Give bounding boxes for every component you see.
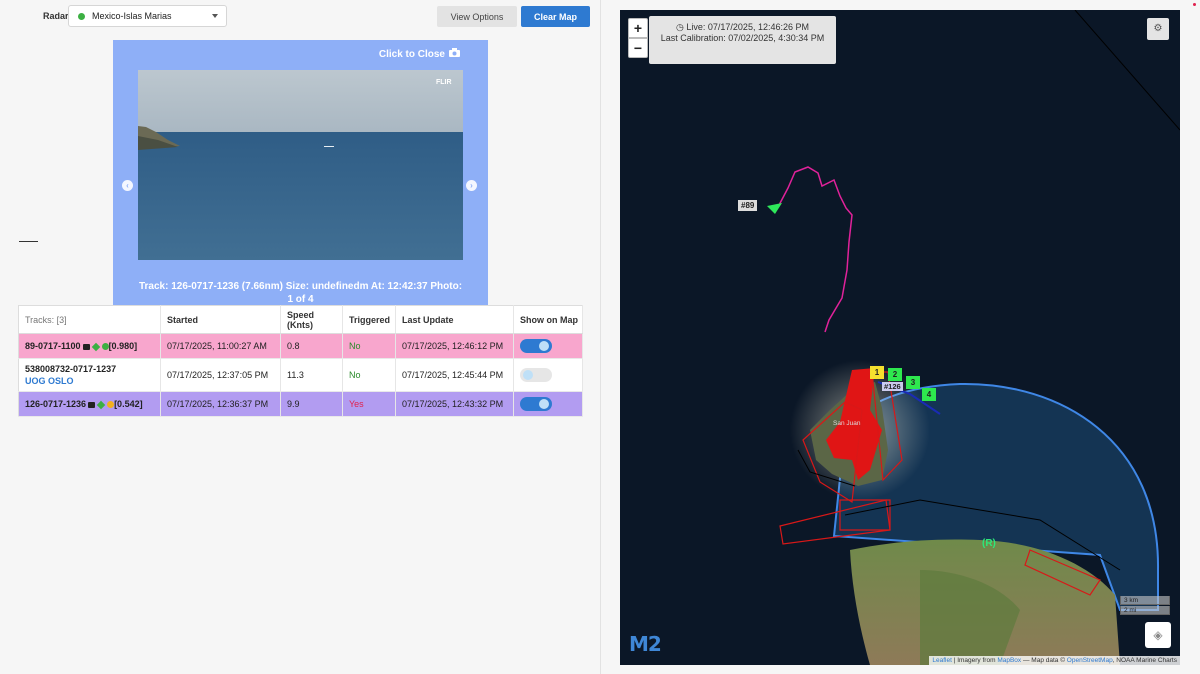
header-triggered: Triggered xyxy=(342,305,396,334)
track-id: 89-0717-1100 xyxy=(25,341,81,351)
started-cell: 07/17/2025, 12:36:37 PM xyxy=(160,391,281,417)
track-score: [0.980] xyxy=(108,341,138,351)
camera-panel[interactable]: Click to Close FLIR ‹ › Track: 126-0717-… xyxy=(113,40,488,306)
map-attribution: Leaflet | Imagery from MapBox — Map data… xyxy=(929,656,1180,665)
zoom-in-button[interactable]: + xyxy=(628,18,648,38)
triggered-cell: No xyxy=(342,358,396,392)
map-settings-button[interactable]: ⚙ xyxy=(1147,18,1169,40)
scale-km: 3 km xyxy=(1120,596,1170,605)
show-on-map-cell xyxy=(513,391,583,417)
started-cell: 07/17/2025, 12:37:05 PM xyxy=(160,358,281,392)
attribution-text: , NOAA Marine Charts xyxy=(1112,657,1177,664)
live-time: Live: 07/17/2025, 12:46:26 PM xyxy=(686,22,809,32)
layers-button[interactable]: ◈ xyxy=(1145,622,1171,648)
track-label-89[interactable]: #89 xyxy=(738,200,758,211)
photo-marker-1[interactable]: 1 xyxy=(870,366,884,379)
camera-icon xyxy=(88,401,96,408)
last-update-cell: 07/17/2025, 12:46:12 PM xyxy=(395,333,514,359)
track-label-126[interactable]: #126 xyxy=(882,382,903,391)
show-on-map-toggle[interactable] xyxy=(520,339,552,353)
track-id: 126-0717-1236 xyxy=(25,399,87,409)
started-cell: 07/17/2025, 11:00:27 AM xyxy=(160,333,281,359)
table-row[interactable]: 538008732-0717-1237 UOG OSLO 07/17/2025,… xyxy=(18,358,583,392)
chevron-down-icon xyxy=(212,14,218,18)
track-id-cell[interactable]: 538008732-0717-1237 UOG OSLO xyxy=(18,358,161,392)
prev-photo-button[interactable]: ‹ xyxy=(122,180,133,191)
map-view[interactable]: + − ◷ Live: 07/17/2025, 12:46:26 PM Last… xyxy=(620,10,1180,665)
header-last-update: Last Update xyxy=(395,305,514,334)
table-row[interactable]: 126-0717-1236 [0.542] 07/17/2025, 12:36:3… xyxy=(18,391,583,417)
map-scale: 3 km 2 mi xyxy=(1120,596,1170,616)
zoom-out-button[interactable]: − xyxy=(628,38,648,58)
view-options-button[interactable]: View Options xyxy=(437,6,517,27)
track-id-cell[interactable]: 126-0717-1236 [0.542] xyxy=(18,391,161,417)
last-update-cell: 07/17/2025, 12:45:44 PM xyxy=(395,358,514,392)
leaflet-link[interactable]: Leaflet xyxy=(932,657,952,664)
radar-site-icon[interactable]: (R) xyxy=(982,538,996,549)
tag-icon xyxy=(91,342,100,351)
track-id: 538008732-0717-1237 xyxy=(25,364,117,374)
header-started: Started xyxy=(160,305,281,334)
map-canvas xyxy=(620,10,1180,665)
next-photo-button[interactable]: › xyxy=(466,180,477,191)
track-id-cell[interactable]: 89-0717-1100 [0.980] xyxy=(18,333,161,359)
live-line: ◷ Live: 07/17/2025, 12:46:26 PM xyxy=(649,22,836,33)
vessel-name-link[interactable]: UOG OSLO xyxy=(25,376,160,386)
table-row[interactable]: 89-0717-1100 [0.980] 07/17/2025, 11:00:27… xyxy=(18,333,583,359)
track-caption: Track: 126-0717-1236 (7.66nm) Size: unde… xyxy=(138,281,463,305)
gear-icon: ⚙ xyxy=(1153,23,1163,34)
live-status-box: ◷ Live: 07/17/2025, 12:46:26 PM Last Cal… xyxy=(649,16,836,64)
mapbox-link[interactable]: MapBox xyxy=(997,657,1021,664)
radar-status-dot xyxy=(78,12,85,20)
place-label: San Juan xyxy=(833,420,861,427)
photo-marker-4[interactable]: 4 xyxy=(922,388,936,401)
camera-icon xyxy=(449,48,460,60)
status-dot-icon xyxy=(107,401,115,409)
flir-watermark: FLIR xyxy=(436,79,452,86)
header-speed: Speed (Knts) xyxy=(280,305,343,334)
close-camera-link[interactable]: Click to Close xyxy=(379,48,460,60)
triggered-cell: Yes xyxy=(342,391,396,417)
track-score: [0.542] xyxy=(114,399,143,409)
indicator-dot xyxy=(1193,3,1196,6)
show-on-map-toggle[interactable] xyxy=(520,397,552,411)
radar-select-value: Mexico-Islas Marias xyxy=(92,11,172,21)
show-on-map-toggle[interactable] xyxy=(520,368,552,382)
tracks-table: Tracks: [3] Started Speed (Knts) Trigger… xyxy=(18,305,583,417)
camera-icon xyxy=(82,343,90,350)
scale-mi: 2 mi xyxy=(1120,606,1170,615)
left-panel: Radar: Mexico-Islas Marias View Options … xyxy=(0,0,600,674)
clock-icon: ◷ xyxy=(676,22,684,32)
panel-divider xyxy=(600,0,601,674)
layers-icon: ◈ xyxy=(1153,628,1163,642)
speed-cell: 0.8 xyxy=(280,333,343,359)
speed-cell: 9.9 xyxy=(280,391,343,417)
header-tracks: Tracks: [3] xyxy=(18,305,161,334)
attribution-text: | Imagery from xyxy=(951,657,998,664)
photo-marker-2[interactable]: 2 xyxy=(888,368,902,381)
divider-dash xyxy=(19,241,38,242)
attribution-text: — Map data © xyxy=(1021,657,1067,664)
show-on-map-cell xyxy=(513,333,583,359)
calibration-line: Last Calibration: 07/02/2025, 4:30:34 PM xyxy=(660,33,825,43)
status-dot-icon xyxy=(101,343,109,351)
close-camera-label: Click to Close xyxy=(378,48,445,60)
tag-icon xyxy=(96,400,106,409)
camera-image xyxy=(138,70,463,260)
radar-select[interactable]: Mexico-Islas Marias xyxy=(68,5,227,27)
osm-link[interactable]: OpenStreetMap xyxy=(1067,657,1113,664)
clear-map-button[interactable]: Clear Map xyxy=(521,6,590,27)
triggered-cell: No xyxy=(342,333,396,359)
header-show-on-map: Show on Map xyxy=(513,305,583,334)
photo-marker-3[interactable]: 3 xyxy=(906,376,920,389)
last-update-cell: 07/17/2025, 12:43:32 PM xyxy=(395,391,514,417)
m2-logo: M2 xyxy=(629,632,662,656)
show-on-map-cell xyxy=(513,358,583,392)
speed-cell: 11.3 xyxy=(280,358,343,392)
